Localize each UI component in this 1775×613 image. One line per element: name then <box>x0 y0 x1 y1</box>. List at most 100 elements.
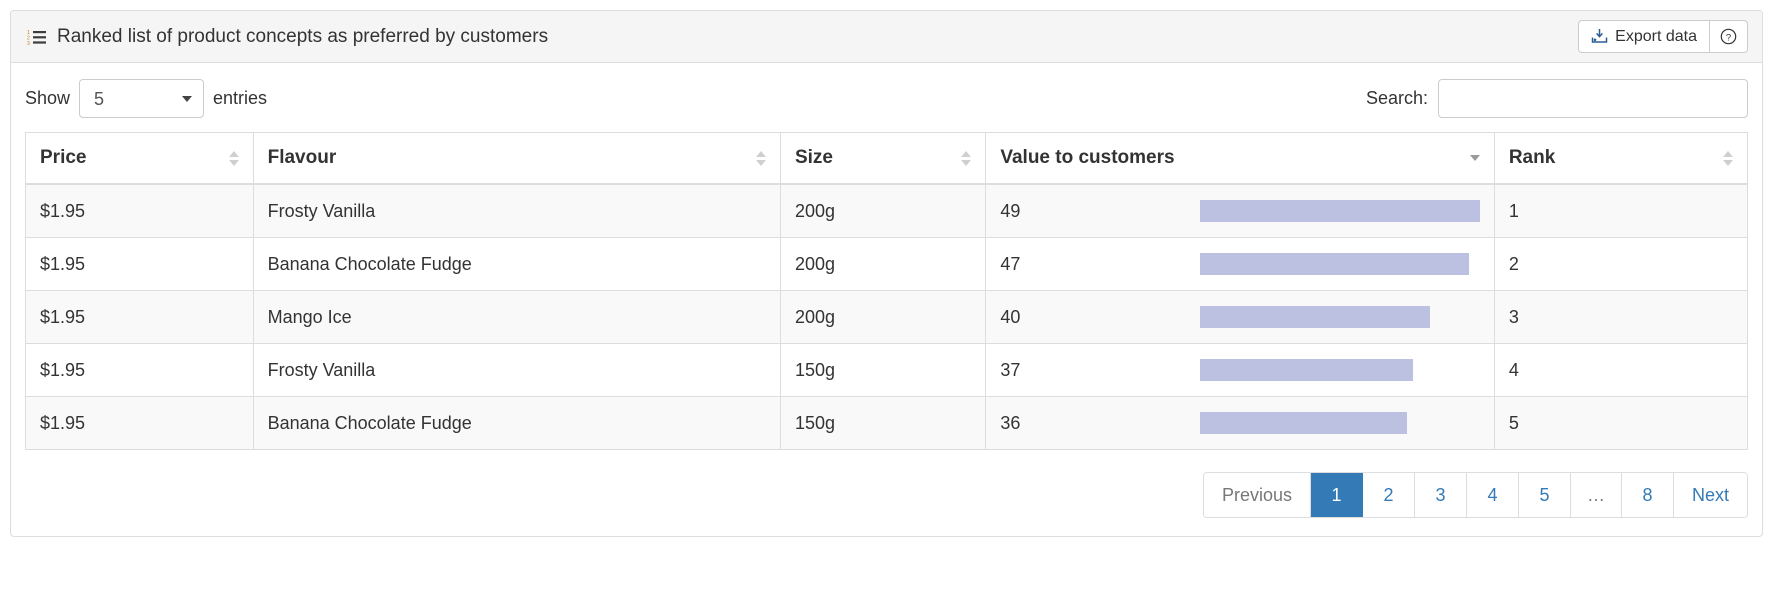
cell-rank: 4 <box>1494 343 1748 397</box>
ranked-products-table: Price Flavour Size Value to customers Ra… <box>25 132 1748 450</box>
pagination-page-8[interactable]: 8 <box>1621 473 1674 517</box>
pagination-page-1[interactable]: 1 <box>1310 473 1363 517</box>
column-header-value-to-customers[interactable]: Value to customers <box>985 132 1495 185</box>
cell-price: $1.95 <box>25 290 254 344</box>
column-header-price[interactable]: Price <box>25 132 254 185</box>
sort-ascending-icon <box>961 150 972 157</box>
cell-rank: 5 <box>1494 396 1748 450</box>
column-header-value-to-customers-label: Value to customers <box>1000 147 1175 168</box>
entries-length-control: Show 5 entries <box>25 79 267 118</box>
value-bar-track <box>1200 306 1479 328</box>
table-row[interactable]: $1.95 Mango Ice 200g 40 3 <box>25 290 1748 344</box>
table-body: $1.95 Frosty Vanilla 200g 49 1 $1.95 Ban… <box>25 184 1748 450</box>
sort-descending-icon <box>755 159 766 166</box>
pagination-page-5[interactable]: 5 <box>1518 473 1571 517</box>
table-row[interactable]: $1.95 Frosty Vanilla 200g 49 1 <box>25 184 1748 238</box>
panel-heading-actions: Export data ? <box>1578 20 1748 53</box>
cell-value-number: 47 <box>1000 253 1021 274</box>
panel-body: Show 5 entries Search: Price Flavour Siz… <box>11 63 1762 536</box>
cell-size: 200g <box>780 237 987 291</box>
sort-arrows-flavour[interactable] <box>755 150 766 166</box>
cell-flavour: Mango Ice <box>253 290 781 344</box>
cell-price: $1.95 <box>25 396 254 450</box>
sort-descending-icon <box>1469 155 1480 161</box>
cell-value-to-customers: 40 <box>985 290 1495 344</box>
question-circle-icon: ? <box>1720 28 1737 45</box>
cell-price: $1.95 <box>25 237 254 291</box>
value-bar-track <box>1200 200 1480 222</box>
pagination-ellipsis: … <box>1570 473 1622 517</box>
value-bar-track <box>1200 253 1479 275</box>
page-title: Ranked list of product concepts as prefe… <box>57 25 549 47</box>
cell-price: $1.95 <box>25 184 254 238</box>
value-bar-fill <box>1200 359 1413 381</box>
table-header: Price Flavour Size Value to customers Ra… <box>25 132 1748 185</box>
cell-rank: 3 <box>1494 290 1748 344</box>
value-bar-track <box>1200 359 1479 381</box>
value-bar-track <box>1200 412 1479 434</box>
column-header-flavour-label: Flavour <box>267 147 337 168</box>
value-bar-fill <box>1200 253 1469 275</box>
column-header-size[interactable]: Size <box>780 132 987 185</box>
ranked-list-panel: 1 2 3 Ranked list of product concepts as… <box>10 10 1763 537</box>
panel-heading-left: 1 2 3 Ranked list of product concepts as… <box>27 26 548 48</box>
column-header-price-label: Price <box>40 147 87 168</box>
table-row[interactable]: $1.95 Banana Chocolate Fudge 150g 36 5 <box>25 396 1748 450</box>
entries-select[interactable]: 5 <box>79 79 205 118</box>
table-row[interactable]: $1.95 Frosty Vanilla 150g 37 4 <box>25 343 1748 397</box>
export-download-icon <box>1591 28 1608 45</box>
search-label: Search: <box>1365 88 1428 108</box>
pagination-page-2[interactable]: 2 <box>1362 473 1415 517</box>
sort-ascending-icon <box>228 150 239 157</box>
column-header-flavour[interactable]: Flavour <box>253 132 781 185</box>
show-label: Show <box>25 88 71 108</box>
table-controls: Show 5 entries Search: <box>25 79 1748 118</box>
sort-descending-icon <box>228 159 239 166</box>
sort-ascending-icon <box>1723 150 1733 157</box>
column-header-size-label: Size <box>794 147 833 168</box>
cell-size: 150g <box>780 396 987 450</box>
cell-size: 200g <box>780 184 987 238</box>
cell-price: $1.95 <box>25 343 254 397</box>
cell-size: 150g <box>780 343 987 397</box>
sort-arrows-price[interactable] <box>228 150 239 166</box>
pagination: Previous 1 2 3 4 5 … 8 Next <box>1202 472 1748 518</box>
pagination-wrapper: Previous 1 2 3 4 5 … 8 Next <box>25 472 1748 518</box>
svg-text:3: 3 <box>27 41 30 45</box>
cell-value-to-customers: 37 <box>985 343 1495 397</box>
table-row[interactable]: $1.95 Banana Chocolate Fudge 200g 47 2 <box>25 237 1748 291</box>
value-bar-fill <box>1200 200 1480 222</box>
cell-flavour: Frosty Vanilla <box>253 184 781 238</box>
sort-arrows-value-to-customers[interactable] <box>1469 155 1480 161</box>
export-data-button[interactable]: Export data <box>1578 20 1710 53</box>
cell-rank: 2 <box>1494 237 1748 291</box>
export-data-label: Export data <box>1615 27 1697 45</box>
pagination-page-4[interactable]: 4 <box>1466 473 1519 517</box>
entries-select-wrapper: 5 <box>79 79 205 118</box>
pagination-previous[interactable]: Previous <box>1203 473 1311 517</box>
cell-value-number: 37 <box>1000 359 1021 380</box>
search-input[interactable] <box>1438 79 1748 118</box>
cell-flavour: Banana Chocolate Fudge <box>253 396 781 450</box>
cell-flavour: Frosty Vanilla <box>253 343 781 397</box>
cell-value-to-customers: 47 <box>985 237 1495 291</box>
sort-arrows-rank[interactable] <box>1723 150 1733 166</box>
column-header-rank-label: Rank <box>1508 147 1556 168</box>
cell-rank: 1 <box>1494 184 1748 238</box>
value-bar-fill <box>1200 306 1430 328</box>
sort-descending-icon <box>961 159 972 166</box>
sort-ascending-icon <box>755 150 766 157</box>
cell-value-number: 36 <box>1000 412 1021 433</box>
help-button[interactable]: ? <box>1710 20 1748 53</box>
pagination-next[interactable]: Next <box>1673 473 1747 517</box>
cell-value-number: 40 <box>1000 306 1021 327</box>
value-bar-fill <box>1200 412 1408 434</box>
cell-size: 200g <box>780 290 987 344</box>
sort-arrows-size[interactable] <box>961 150 972 166</box>
panel-heading: 1 2 3 Ranked list of product concepts as… <box>11 11 1762 63</box>
column-header-rank[interactable]: Rank <box>1494 132 1748 185</box>
pagination-page-3[interactable]: 3 <box>1414 473 1467 517</box>
table-header-row: Price Flavour Size Value to customers Ra… <box>25 132 1748 185</box>
search-filter-control: Search: <box>1366 79 1748 118</box>
sort-descending-icon <box>1723 159 1733 166</box>
